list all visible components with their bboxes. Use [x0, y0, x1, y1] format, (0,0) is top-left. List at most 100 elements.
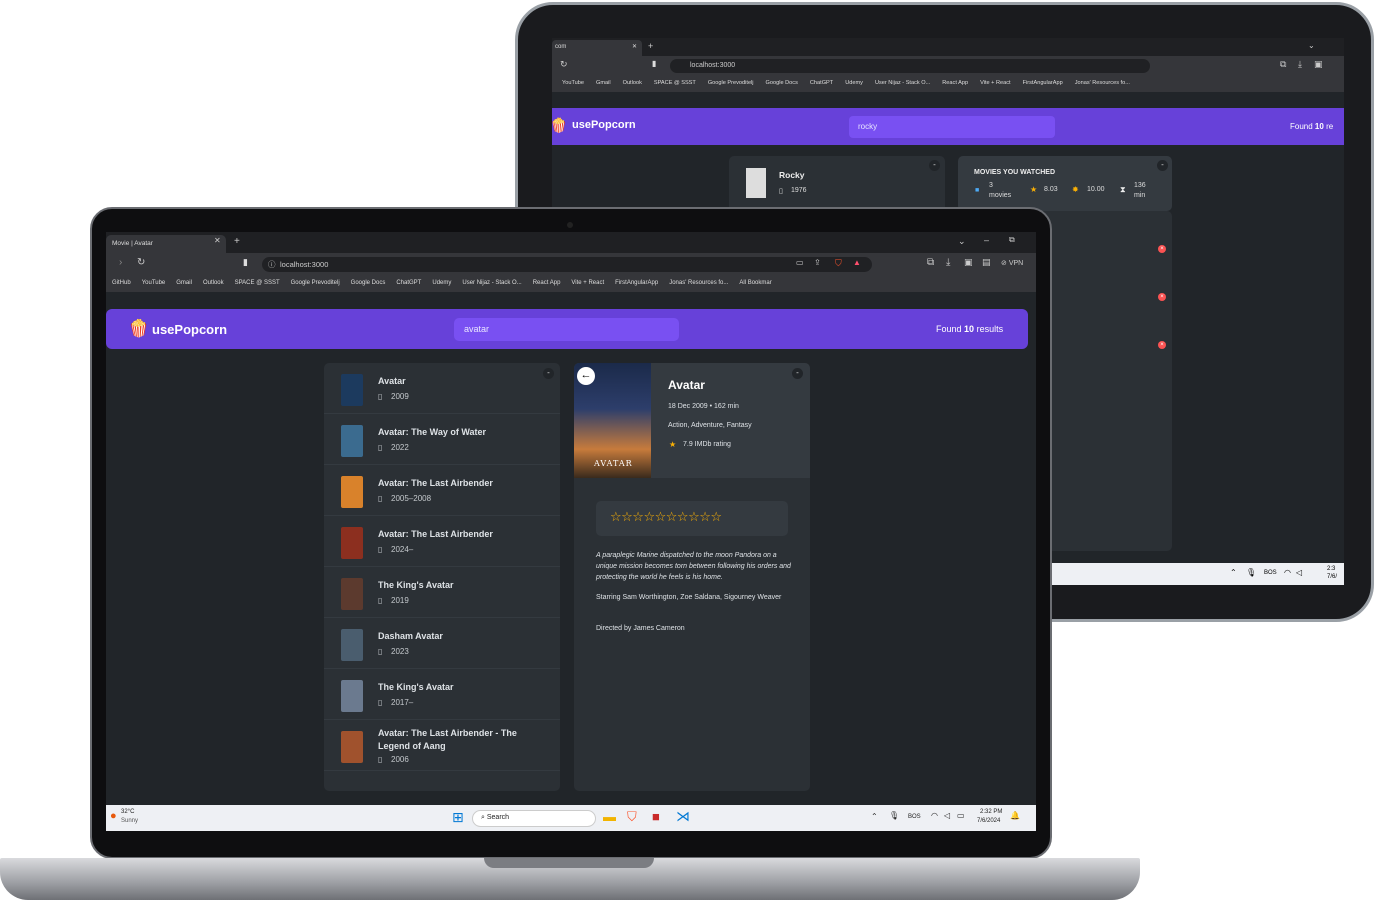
vscode-icon[interactable]: ⋊	[676, 808, 690, 825]
wallet-icon[interactable]: ▤	[982, 257, 991, 268]
list-item[interactable]: The King's Avatar ▯ 2019	[324, 567, 560, 618]
battery-icon[interactable]: ▭	[957, 811, 965, 820]
search-input[interactable]: rocky	[849, 116, 1055, 138]
bookmark-item[interactable]: React App	[533, 280, 561, 286]
extensions-icon[interactable]: ⧉	[927, 257, 934, 268]
sidebar-icon[interactable]: ▣	[964, 257, 973, 268]
mic-icon[interactable]: 🎙	[889, 811, 899, 820]
bell-icon[interactable]: 🔔	[1010, 811, 1020, 820]
list-item[interactable]: Avatar: The Last Airbender ▯ 2005–2008	[324, 465, 560, 516]
star-rating[interactable]: ☆☆☆☆☆☆☆☆☆☆	[596, 501, 788, 536]
mic-icon[interactable]: 🎙	[1246, 568, 1256, 577]
url-field[interactable]: localhost:3000	[670, 59, 1150, 73]
wifi-icon[interactable]: ◠	[931, 811, 938, 820]
bookmark-item[interactable]: Google Prevoditelj	[708, 80, 754, 86]
list-item[interactable]: Dasham Avatar ▯ 2023	[324, 618, 560, 669]
bookmark-item[interactable]: Google Prevoditelj	[291, 280, 340, 286]
download-icon[interactable]: ⤓	[946, 257, 950, 268]
tray-time[interactable]: 2:3	[1327, 566, 1335, 572]
browser-tab[interactable]: Movie | Avatar	[106, 235, 226, 253]
list-item[interactable]: Avatar: The Last Airbender - The Legend …	[324, 720, 560, 771]
close-icon[interactable]: ✕	[214, 236, 221, 245]
chevron-down-icon[interactable]: ⌄	[1308, 41, 1315, 50]
bookmark-item[interactable]: User Nijaz - Stack O...	[462, 280, 521, 286]
bookmark-item[interactable]: YouTube	[142, 280, 166, 286]
bookmark-item[interactable]: Google Docs	[766, 80, 798, 86]
close-icon[interactable]: ✕	[632, 43, 637, 50]
search-input[interactable]: avatar	[454, 318, 679, 341]
tray-time[interactable]: 2:32 PM	[980, 809, 1002, 815]
bookmark-item[interactable]: Gmail	[596, 80, 611, 86]
bookmark-item[interactable]: Vite + React	[571, 280, 604, 286]
taskbar-search[interactable]: ⌕ Search	[472, 810, 596, 827]
speaker-icon[interactable]: ◁	[944, 811, 950, 820]
bookmark-item[interactable]: Udemy	[432, 280, 451, 286]
movie-title[interactable]: Rocky	[779, 170, 805, 180]
bookmark-icon[interactable]: ▮	[243, 257, 248, 268]
weather-desc[interactable]: Sunny	[121, 818, 138, 824]
bookmark-item[interactable]: FirstAngularApp	[1023, 80, 1063, 86]
bookmark-item[interactable]: User Nijaz - Stack O...	[875, 80, 930, 86]
new-tab-icon[interactable]: +	[648, 41, 653, 51]
collapse-button[interactable]: -	[543, 368, 554, 379]
speaker-icon[interactable]: ◁	[1296, 568, 1302, 577]
new-tab-icon[interactable]: +	[234, 236, 240, 247]
minimize-icon[interactable]: –	[984, 235, 989, 245]
list-item[interactable]: Avatar: The Last Airbender ▯ 2024–	[324, 516, 560, 567]
remove-button[interactable]: ×	[1158, 293, 1166, 301]
bookmark-item[interactable]: GitHub	[112, 280, 131, 286]
bookmark-item[interactable]: SPACE @ SSST	[654, 80, 696, 86]
tray-date[interactable]: 7/6/2024	[977, 818, 1000, 824]
bookmark-item[interactable]: Vite + React	[980, 80, 1011, 86]
list-item[interactable]: Avatar: The Way of Water ▯ 2022	[324, 414, 560, 465]
bookmark-item[interactable]: Outlook	[203, 280, 224, 286]
remove-button[interactable]: ×	[1158, 245, 1166, 253]
tray-date[interactable]: 7/6/	[1327, 574, 1337, 580]
list-item[interactable]: The King's Avatar ▯ 2017–	[324, 669, 560, 720]
collapse-button[interactable]: -	[929, 160, 940, 171]
share-icon[interactable]: ⇪	[814, 258, 821, 267]
brave-rewards-icon[interactable]: ▲	[853, 258, 861, 267]
extensions-icon[interactable]: ⧉	[1280, 59, 1286, 70]
url-field[interactable]: ⓘ localhost:3000	[262, 257, 872, 272]
list-item[interactable]: Avatar: The Game	[324, 781, 560, 791]
collapse-button[interactable]: -	[792, 368, 803, 379]
app-icon[interactable]: ■	[652, 809, 660, 824]
brave-icon[interactable]: ⛉	[627, 809, 637, 825]
bookmark-item[interactable]: ChatGPT	[810, 80, 833, 86]
download-icon[interactable]: ⤓	[1298, 59, 1302, 70]
bookmark-item[interactable]: ChatGPT	[396, 280, 421, 286]
bookmark-item[interactable]: Google Docs	[351, 280, 386, 286]
chevron-up-icon[interactable]: ⌃	[871, 812, 878, 821]
bookmark-item[interactable]: React App	[942, 80, 968, 86]
weather-icon[interactable]: ●	[110, 810, 117, 822]
file-explorer-icon[interactable]: ▬	[603, 809, 616, 824]
reload-icon[interactable]: ↻	[137, 257, 145, 268]
bookmark-icon[interactable]: ▮	[652, 59, 656, 68]
brave-shield-icon[interactable]: ⛉	[835, 258, 842, 269]
reload-icon[interactable]: ↻	[560, 59, 568, 70]
bookmark-item[interactable]: Gmail	[176, 280, 192, 286]
collapse-button[interactable]: -	[1157, 160, 1168, 171]
wifi-icon[interactable]: ◠	[1284, 568, 1291, 577]
browser-tab[interactable]: com ✕	[552, 40, 642, 56]
list-item[interactable]: Avatar ▯ 2009	[324, 363, 560, 414]
sidebar-icon[interactable]: ▣	[1314, 59, 1323, 70]
bookmark-item[interactable]: Udemy	[845, 80, 863, 86]
bookmark-item[interactable]: Jonas' Resources fo...	[1075, 80, 1130, 86]
chevron-down-icon[interactable]: ⌄	[958, 236, 966, 247]
forward-icon[interactable]: ›	[119, 257, 122, 268]
tray-lang[interactable]: BOS	[1264, 570, 1277, 576]
bookmark-item[interactable]: Jonas' Resources fo...	[669, 280, 728, 286]
tray-lang[interactable]: BOS	[908, 814, 921, 820]
chevron-up-icon[interactable]: ⌃	[1230, 568, 1237, 577]
back-button[interactable]: ←	[577, 367, 595, 385]
cast-icon[interactable]: ▭	[796, 258, 804, 267]
bookmark-item[interactable]: FirstAngularApp	[615, 280, 658, 286]
bookmark-item[interactable]: All Bookmar	[739, 280, 771, 286]
vpn-button[interactable]: ⊘ VPN	[1001, 259, 1023, 267]
maximize-icon[interactable]: ⧉	[1009, 235, 1015, 245]
bookmark-item[interactable]: Outlook	[623, 80, 642, 86]
weather-temp[interactable]: 32°C	[121, 809, 134, 815]
bookmark-item[interactable]: YouTube	[562, 80, 584, 86]
